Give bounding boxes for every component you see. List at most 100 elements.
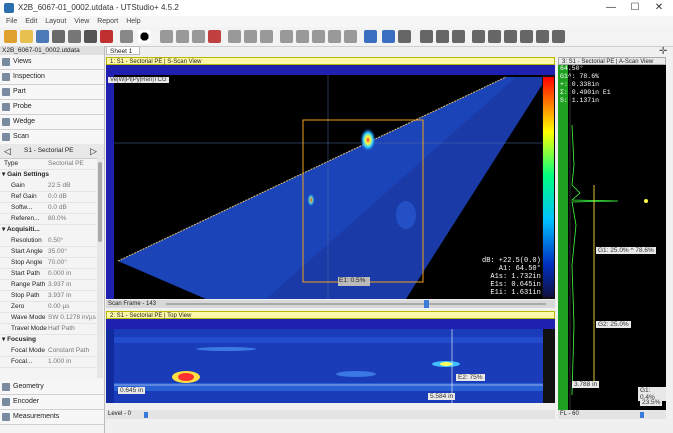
download-icon[interactable] xyxy=(52,30,65,43)
topview-image[interactable] xyxy=(106,319,555,403)
level-label: Level - 0 xyxy=(108,411,132,417)
prop-row[interactable]: Focal... 1.000 in xyxy=(0,356,97,368)
file-tab[interactable]: X2B_6067-01_0002.utdata xyxy=(0,46,104,55)
minimize-button[interactable]: — xyxy=(600,1,622,15)
properties-scrollbar[interactable] xyxy=(97,158,103,378)
tab-sheet-1[interactable]: Sheet 1 ✕ xyxy=(106,46,140,64)
fl-thumb[interactable] xyxy=(640,412,644,418)
group-selector: ◁ S1 - Sectorial PE ▷ xyxy=(0,144,104,159)
encoder-icon xyxy=(2,398,10,406)
part-icon xyxy=(2,88,10,96)
zoom-in-icon[interactable] xyxy=(420,30,433,43)
ascan-view[interactable]: 64.50° G1^: 78.6% +: 0.338in Σ: 0.490in E1 S… xyxy=(558,65,666,410)
ascan-depth-label: 3.788 in xyxy=(572,381,600,388)
crosshair-icon[interactable] xyxy=(472,30,485,43)
report-icon[interactable] xyxy=(84,30,97,43)
sscan-readout: dB: +22.5(0.0) A1: 64.50° A1s: 1.732in E1s:… xyxy=(482,257,541,297)
ascan-amplitude-readout: 23.5% xyxy=(640,399,663,406)
probe-icon xyxy=(2,103,10,111)
sscan-toolbar[interactable]: Ve|W|Pl|Py|Ren|TCG xyxy=(108,77,169,83)
menu-layout[interactable]: Layout xyxy=(45,16,66,27)
nav-wedge[interactable]: Wedge xyxy=(0,115,104,130)
zoom-tool-icon[interactable] xyxy=(160,30,173,43)
prev-group-icon[interactable]: ◁ xyxy=(4,146,11,157)
add-view-icon[interactable]: ✛ xyxy=(659,46,667,57)
group-gain-settings[interactable]: ▾ Gain Settings xyxy=(0,169,97,180)
text-tool-icon[interactable] xyxy=(260,30,273,43)
filter-icon[interactable] xyxy=(382,30,395,43)
cursor-tool-icon[interactable] xyxy=(192,30,205,43)
nav-part[interactable]: Part xyxy=(0,85,104,100)
sscan-title-bar: 1: S1 - Sectorial PE | S-Scan View xyxy=(106,57,555,65)
menu-file[interactable]: File xyxy=(6,16,17,27)
nav-encoder[interactable]: Encoder xyxy=(0,395,104,410)
nav-views[interactable]: Views xyxy=(0,55,104,70)
download-view-icon[interactable] xyxy=(398,30,411,43)
color-palette[interactable] xyxy=(543,77,554,297)
open-folder-icon[interactable] xyxy=(20,30,33,43)
group-name: S1 - Sectorial PE xyxy=(24,147,74,154)
title-bar: X2B_6067-01_0002.utdata - UTStudio+ 4.5.… xyxy=(0,0,673,17)
sscan-cursor-label: E1: 0.5% xyxy=(339,277,366,284)
toolbar xyxy=(0,27,673,47)
contrast-icon[interactable] xyxy=(138,30,151,43)
group-focus[interactable]: ▾ Focusing xyxy=(0,334,97,345)
topview-bottom-label: 5.584 in xyxy=(428,393,456,400)
nav-measurements[interactable]: Measurements xyxy=(0,410,104,425)
maximize-button[interactable]: ☐ xyxy=(624,1,646,15)
export-icon[interactable] xyxy=(552,30,565,43)
gate1-label: G1: 25.0% ^ 78.6% xyxy=(596,247,656,254)
draw-tool-icon[interactable] xyxy=(244,30,257,43)
import-icon[interactable] xyxy=(68,30,81,43)
settings-tool-icon[interactable] xyxy=(344,30,357,43)
record-icon[interactable] xyxy=(100,30,113,43)
nav-geometry[interactable]: Geometry xyxy=(0,380,104,395)
level-bar: Level - 0 xyxy=(106,410,555,419)
layers-tool-icon[interactable] xyxy=(328,30,341,43)
ascan-readout: 64.50° G1^: 78.6% +: 0.338in Σ: 0.490in E1 S… xyxy=(560,65,611,104)
menu-help[interactable]: Help xyxy=(126,16,140,27)
gain-icon[interactable] xyxy=(364,30,377,43)
rotate-icon[interactable] xyxy=(504,30,517,43)
topview-left-label: 0.645 in xyxy=(118,387,146,394)
zoom-fit-icon[interactable] xyxy=(452,30,465,43)
grid-icon[interactable] xyxy=(120,30,133,43)
nav-probe[interactable]: Probe xyxy=(0,100,104,115)
measure-tool-icon[interactable] xyxy=(228,30,241,43)
window-title: X2B_6067-01_0002.utdata - UTStudio+ 4.5.… xyxy=(18,3,179,12)
box-tool-icon[interactable] xyxy=(296,30,309,43)
level-thumb[interactable] xyxy=(144,412,148,418)
delete-tool-icon[interactable] xyxy=(208,30,221,43)
menu-bar: File Edit Layout View Report Help xyxy=(0,16,673,27)
scan-icon xyxy=(2,133,10,141)
menu-view[interactable]: View xyxy=(74,16,89,27)
frame-tool-icon[interactable] xyxy=(176,30,189,43)
scan-frame-label: Scan Frame - 143 xyxy=(108,301,157,307)
close-button[interactable]: ✕ xyxy=(648,1,670,15)
save-icon[interactable] xyxy=(36,30,49,43)
nav-inspection[interactable]: Inspection xyxy=(0,70,104,85)
measurements-icon xyxy=(2,413,10,421)
menu-report[interactable]: Report xyxy=(97,16,118,27)
gate2-label: G2: 25.0% xyxy=(596,321,631,328)
group-acq[interactable]: ▾ Acquisiti... xyxy=(0,224,97,235)
topview-view[interactable]: 0.645 in E2: 75% 5.584 in xyxy=(106,319,555,403)
nav-scan[interactable]: Scan xyxy=(0,130,104,145)
pan-icon[interactable] xyxy=(488,30,501,43)
scan-frame-slider[interactable] xyxy=(166,303,546,305)
scan-frame-bar: Scan Frame - 143 xyxy=(106,300,555,308)
sscan-view[interactable]: Ve|W|Pl|Py|Ren|TCG E1: 0.5% dB: +22.5(0.… xyxy=(106,65,555,299)
new-file-icon[interactable] xyxy=(4,30,17,43)
wedge-icon xyxy=(2,118,10,126)
layout-icon[interactable] xyxy=(536,30,549,43)
topview-title-bar: 2: S1 - Sectorial PE | Top View xyxy=(106,311,555,319)
zoom-out-icon[interactable] xyxy=(436,30,449,43)
scan-frame-thumb[interactable] xyxy=(424,300,429,308)
link-tool-icon[interactable] xyxy=(280,30,293,43)
refresh-icon[interactable] xyxy=(520,30,533,43)
ascan-image[interactable] xyxy=(558,65,666,410)
next-group-icon[interactable]: ▷ xyxy=(90,146,97,157)
grid-tool-icon[interactable] xyxy=(312,30,325,43)
menu-edit[interactable]: Edit xyxy=(25,16,37,27)
scrollbar-thumb[interactable] xyxy=(98,162,102,242)
